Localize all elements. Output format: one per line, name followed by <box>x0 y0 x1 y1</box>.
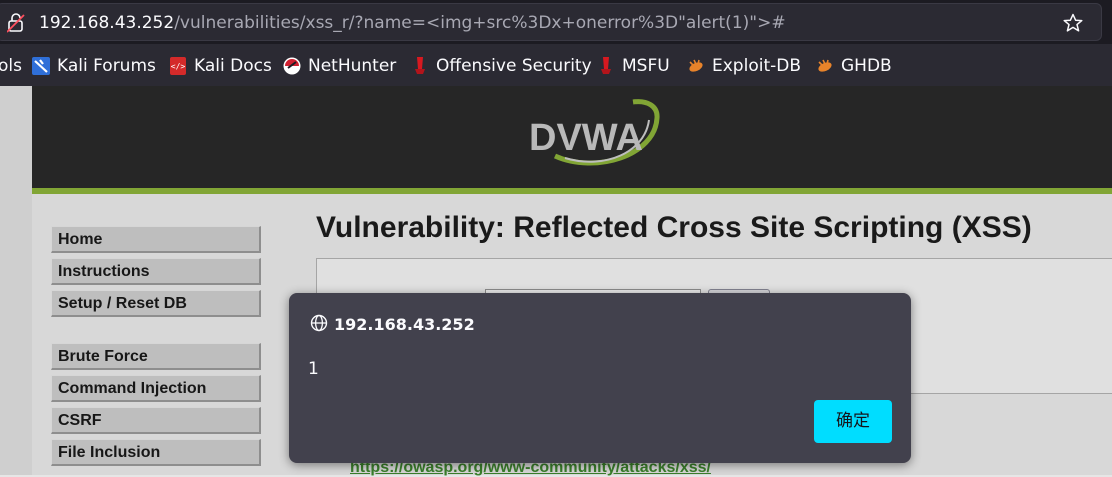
url-bar[interactable]: 192.168.43.252/vulnerabilities/xss_r/?na… <box>0 3 1102 41</box>
exploit-db-icon <box>689 59 703 72</box>
bookmark-kali-forums[interactable]: Kali Forums <box>31 55 156 77</box>
msfu-icon <box>601 57 611 74</box>
bookmark-nethunter[interactable]: NetHunter <box>282 55 396 77</box>
svg-text:</>: </> <box>171 62 186 71</box>
ghdb-icon <box>818 59 832 72</box>
ok-button[interactable]: 确定 <box>814 400 892 443</box>
kali-forums-icon <box>32 57 50 75</box>
globe-icon <box>310 314 328 336</box>
bookmark-label: Kali Forums <box>57 56 156 76</box>
offsec-icon <box>415 57 425 74</box>
bookmark-kali-docs[interactable]: </> Kali Docs <box>168 55 272 77</box>
bookmark-label: Offensive Security <box>436 56 592 76</box>
bookmark-label: MSFU <box>622 56 670 76</box>
insecure-lock-icon[interactable] <box>6 13 25 37</box>
bookmark-label: Exploit-DB <box>712 56 801 76</box>
bookmark-kali-tools[interactable]: ols <box>0 55 22 77</box>
alert-dialog: 192.168.43.252 1 确定 <box>289 293 911 463</box>
url-host: 192.168.43.252 <box>39 13 175 33</box>
nethunter-icon <box>283 57 301 75</box>
kali-docs-icon: </> <box>170 57 186 75</box>
bookmark-label: Kali Docs <box>194 56 272 76</box>
dialog-message: 1 <box>308 359 319 379</box>
bookmark-exploit-db[interactable]: Exploit-DB <box>686 55 801 77</box>
bookmark-star-icon[interactable] <box>1063 13 1083 37</box>
bookmarks-toolbar: ols Kali Forums </> Kali Docs NetHunter … <box>0 44 1112 87</box>
bookmark-msfu[interactable]: MSFU <box>596 55 670 77</box>
dialog-origin: 192.168.43.252 <box>334 315 475 334</box>
url-path: /vulnerabilities/xss_r/?name=<img+src%3D… <box>174 13 786 33</box>
browser-toolbar: 192.168.43.252/vulnerabilities/xss_r/?na… <box>0 0 1112 44</box>
bookmark-ghdb[interactable]: GHDB <box>815 55 892 77</box>
url-text[interactable]: 192.168.43.252/vulnerabilities/xss_r/?na… <box>39 13 786 33</box>
bookmark-offensive-security[interactable]: Offensive Security <box>410 55 592 77</box>
bookmark-label: GHDB <box>841 56 892 76</box>
bookmark-label: NetHunter <box>308 56 397 76</box>
bookmark-label: ols <box>0 56 22 76</box>
